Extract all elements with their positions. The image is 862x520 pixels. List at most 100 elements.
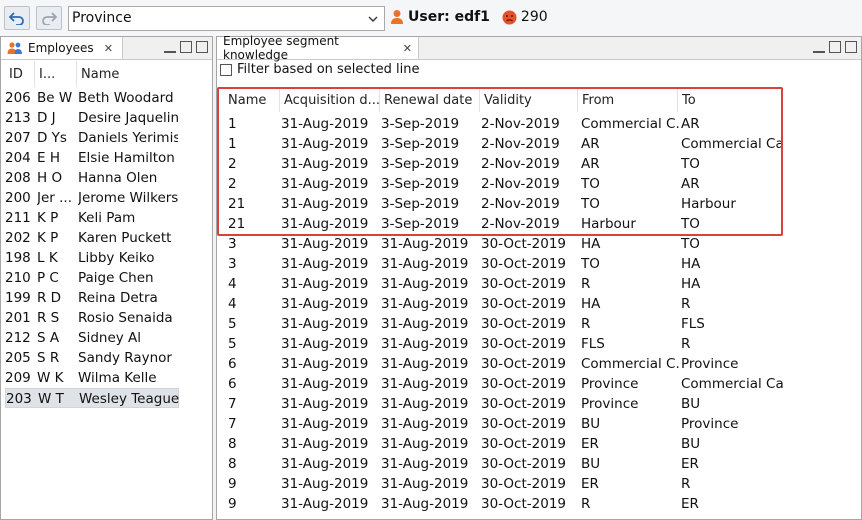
cell-validity: 30-Oct-2019 <box>481 456 566 472</box>
cell-to: TO <box>681 236 700 252</box>
tab-segment-label: Employee segment knowledge <box>223 34 339 62</box>
table-row[interactable]: 2 31-Aug-2019 3-Sep-2019 2-Nov-2019 AR TO <box>0 154 862 174</box>
cell-acquisition-date: 31-Aug-2019 <box>281 416 369 432</box>
cell-name: 5 <box>228 316 237 332</box>
cell-to: ER <box>681 496 699 512</box>
column-name[interactable]: Name <box>224 88 280 112</box>
table-row[interactable]: 2 31-Aug-2019 3-Sep-2019 2-Nov-2019 TO AR <box>0 174 862 194</box>
cell-name: 9 <box>228 476 237 492</box>
table-row[interactable]: 7 31-Aug-2019 31-Aug-2019 30-Oct-2019 Provin… <box>0 394 862 414</box>
table-row[interactable]: 21 31-Aug-2019 3-Sep-2019 2-Nov-2019 Harbour… <box>0 214 862 234</box>
cell-validity: 2-Nov-2019 <box>481 116 560 132</box>
cell-from: R <box>581 276 591 292</box>
cell-from: R <box>581 316 591 332</box>
column-to[interactable]: To <box>678 88 782 112</box>
table-row[interactable]: 1 31-Aug-2019 3-Sep-2019 2-Nov-2019 Commerci… <box>0 114 862 134</box>
column-id[interactable]: ID <box>5 61 35 87</box>
close-icon[interactable]: ✕ <box>403 42 412 55</box>
cell-to: TO <box>681 156 700 172</box>
close-icon[interactable]: ✕ <box>104 42 113 55</box>
filter-checkbox[interactable] <box>220 64 232 76</box>
table-row[interactable]: 9 31-Aug-2019 31-Aug-2019 30-Oct-2019 R ER <box>0 494 862 514</box>
cell-acquisition-date: 31-Aug-2019 <box>281 436 369 452</box>
table-row[interactable]: 3 31-Aug-2019 31-Aug-2019 30-Oct-2019 HA TO <box>0 234 862 254</box>
table-row[interactable]: 6 31-Aug-2019 31-Aug-2019 30-Oct-2019 Provin… <box>0 374 862 394</box>
cell-validity: 30-Oct-2019 <box>481 236 566 252</box>
cell-from: Province <box>581 396 639 412</box>
redo-button[interactable] <box>36 6 62 30</box>
cell-from: ER <box>581 476 599 492</box>
cell-renewal-date: 3-Sep-2019 <box>381 216 460 232</box>
cell-to: Province <box>681 416 739 432</box>
maximize-icon[interactable] <box>196 41 208 53</box>
undo-button[interactable] <box>4 6 30 30</box>
cell-renewal-date: 31-Aug-2019 <box>381 496 469 512</box>
column-from[interactable]: From <box>578 88 678 112</box>
cell-name: 6 <box>228 376 237 392</box>
employees-column-header: ID I... Name <box>5 61 179 87</box>
table-row[interactable]: 5 31-Aug-2019 31-Aug-2019 30-Oct-2019 FLS R <box>0 334 862 354</box>
cell-name: 6 <box>228 356 237 372</box>
sad-face-icon <box>502 10 517 24</box>
cell-acquisition-date: 31-Aug-2019 <box>281 396 369 412</box>
cell-to: TO <box>681 216 700 232</box>
restore-icon[interactable] <box>180 41 192 53</box>
table-row[interactable]: 4 31-Aug-2019 31-Aug-2019 30-Oct-2019 R HA <box>0 274 862 294</box>
cell-to: R <box>681 336 691 352</box>
cell-name: 8 <box>228 456 237 472</box>
cell-name: 2 <box>228 176 237 192</box>
table-row[interactable]: 1 31-Aug-2019 3-Sep-2019 2-Nov-2019 AR Commer… <box>0 134 862 154</box>
column-initials[interactable]: I... <box>35 61 77 87</box>
cell-to: R <box>681 296 691 312</box>
minimize-icon[interactable] <box>813 41 825 53</box>
cell-acquisition-date: 31-Aug-2019 <box>281 496 369 512</box>
employee-id-cell: 206 <box>5 90 31 106</box>
table-row[interactable]: 3 31-Aug-2019 31-Aug-2019 30-Oct-2019 TO HA <box>0 254 862 274</box>
maximize-icon[interactable] <box>845 41 857 53</box>
cell-from: BU <box>581 456 601 472</box>
table-row[interactable]: 8 31-Aug-2019 31-Aug-2019 30-Oct-2019 BU ER <box>0 454 862 474</box>
chevron-down-icon[interactable] <box>364 8 382 29</box>
table-row[interactable]: 8 31-Aug-2019 31-Aug-2019 30-Oct-2019 ER BU <box>0 434 862 454</box>
cell-to: FLS <box>681 316 705 332</box>
cell-validity: 30-Oct-2019 <box>481 416 566 432</box>
cell-validity: 30-Oct-2019 <box>481 316 566 332</box>
tab-employees[interactable]: Employees ✕ <box>1 37 123 59</box>
column-acquisition-date[interactable]: Acquisition d... <box>280 88 380 112</box>
cell-acquisition-date: 31-Aug-2019 <box>281 236 369 252</box>
column-renewal-date[interactable]: Renewal date <box>380 88 480 112</box>
employee-name-cell: Beth Woodard <box>78 90 174 106</box>
cell-validity: 30-Oct-2019 <box>481 336 566 352</box>
cell-from: TO <box>581 256 600 272</box>
table-row[interactable]: 21 31-Aug-2019 3-Sep-2019 2-Nov-2019 TO Harbo… <box>0 194 862 214</box>
cell-acquisition-date: 31-Aug-2019 <box>281 276 369 292</box>
column-name[interactable]: Name <box>77 61 179 87</box>
cell-acquisition-date: 31-Aug-2019 <box>281 356 369 372</box>
column-validity[interactable]: Validity <box>480 88 578 112</box>
table-row[interactable]: 9 31-Aug-2019 31-Aug-2019 30-Oct-2019 ER R <box>0 474 862 494</box>
restore-icon[interactable] <box>829 41 841 53</box>
tab-employee-segment-knowledge[interactable]: Employee segment knowledge ✕ <box>217 34 419 62</box>
cell-validity: 30-Oct-2019 <box>481 296 566 312</box>
table-row[interactable]: 6 31-Aug-2019 31-Aug-2019 30-Oct-2019 Commer… <box>0 354 862 374</box>
cell-validity: 2-Nov-2019 <box>481 136 560 152</box>
minimize-icon[interactable] <box>164 41 176 53</box>
table-row[interactable]: 7 31-Aug-2019 31-Aug-2019 30-Oct-2019 BU Prov… <box>0 414 862 434</box>
cell-from: Harbour <box>581 216 636 232</box>
undo-icon <box>9 12 24 25</box>
cell-renewal-date: 3-Sep-2019 <box>381 176 460 192</box>
province-select[interactable]: Province <box>68 6 385 31</box>
cell-name: 1 <box>228 136 237 152</box>
cell-acquisition-date: 31-Aug-2019 <box>281 136 369 152</box>
table-row[interactable]: 5 31-Aug-2019 31-Aug-2019 30-Oct-2019 R FLS <box>0 314 862 334</box>
cell-to: Province <box>681 356 739 372</box>
cell-acquisition-date: 31-Aug-2019 <box>281 256 369 272</box>
user-info: User: edf1 290 <box>390 9 548 25</box>
table-row[interactable]: 4 31-Aug-2019 31-Aug-2019 30-Oct-2019 HA R <box>0 294 862 314</box>
cell-renewal-date: 31-Aug-2019 <box>381 296 469 312</box>
employee-row[interactable]: 206 Be W Beth Woodard <box>5 88 179 108</box>
cell-to: Commercial Ca... <box>681 136 785 152</box>
cell-name: 3 <box>228 236 237 252</box>
cell-name: 21 <box>228 196 246 212</box>
cell-from: TO <box>581 196 600 212</box>
